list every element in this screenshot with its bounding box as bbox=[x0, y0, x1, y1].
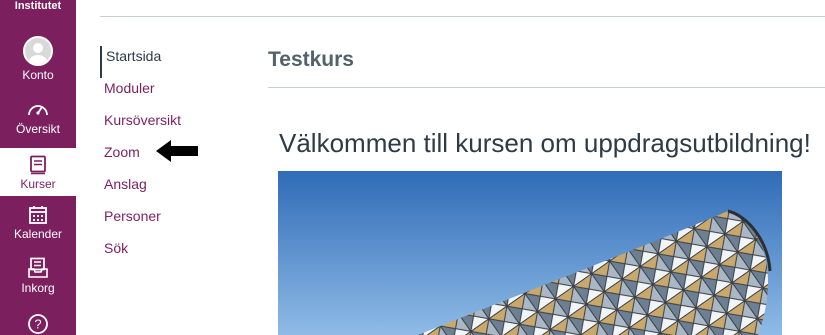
course-nav-sok[interactable]: Sök bbox=[100, 238, 240, 270]
title-divider bbox=[268, 87, 825, 88]
nav-item-kurser[interactable]: Kurser bbox=[0, 148, 76, 196]
left-arrow-icon bbox=[156, 139, 198, 168]
dashboard-icon bbox=[0, 100, 76, 120]
nav-item-inkorg[interactable]: Inkorg bbox=[0, 257, 76, 303]
inbox-icon bbox=[0, 257, 76, 279]
course-title: Testkurs bbox=[268, 48, 354, 71]
nav-item-oversikt[interactable]: Översikt bbox=[0, 100, 76, 144]
nav-item-konto[interactable]: Konto bbox=[0, 36, 76, 86]
global-navigation: Institutet Konto Översikt Kurser Kalende… bbox=[0, 0, 76, 335]
course-nav-personer[interactable]: Personer bbox=[100, 206, 240, 238]
nav-label-kurser: Kurser bbox=[20, 177, 56, 191]
nav-label-kalender: Kalender bbox=[13, 227, 63, 241]
account-avatar-icon bbox=[23, 36, 53, 66]
nav-label-inkorg: Inkorg bbox=[21, 281, 55, 295]
welcome-heading: Välkommen till kursen om uppdragsutbildn… bbox=[279, 128, 811, 158]
nav-item-help[interactable]: ? bbox=[0, 313, 76, 335]
svg-text:?: ? bbox=[34, 317, 41, 332]
course-nav-kursoversikt[interactable]: Kursöversikt bbox=[100, 110, 240, 142]
top-divider bbox=[100, 16, 825, 17]
course-nav-anslag[interactable]: Anslag bbox=[100, 174, 240, 206]
nav-label-oversikt: Översikt bbox=[15, 122, 60, 136]
courses-icon bbox=[0, 155, 76, 175]
course-nav-moduler[interactable]: Moduler bbox=[100, 78, 240, 110]
help-icon: ? bbox=[0, 313, 76, 335]
brand-logo[interactable]: Institutet bbox=[0, 0, 76, 26]
nav-label-konto: Konto bbox=[22, 68, 54, 82]
nav-item-kalender[interactable]: Kalender bbox=[0, 205, 76, 251]
calendar-icon bbox=[0, 205, 76, 225]
course-nav-startsida[interactable]: Startsida bbox=[100, 46, 240, 78]
hero-image bbox=[278, 171, 782, 335]
